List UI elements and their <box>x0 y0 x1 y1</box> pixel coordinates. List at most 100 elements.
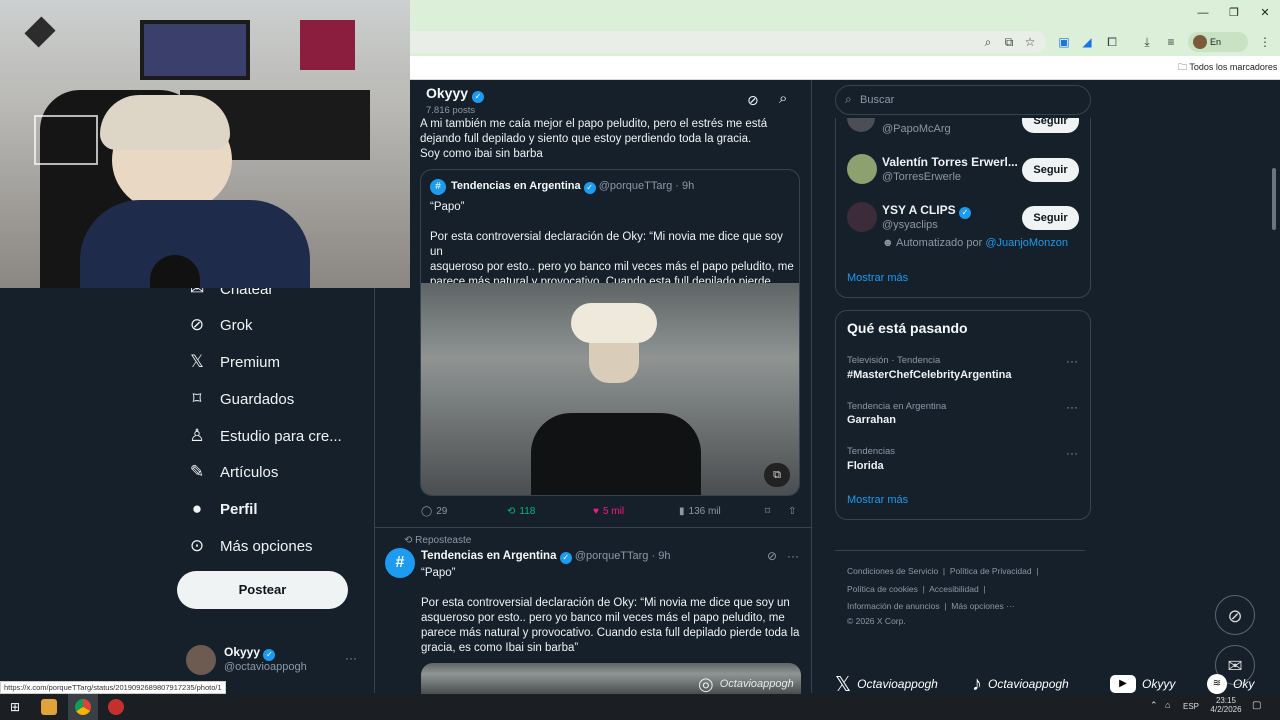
tray-network-icon[interactable]: ⌂ <box>1165 700 1170 710</box>
tweet-text-line: “Papo” <box>421 567 456 579</box>
extension-icon[interactable]: ◢ <box>1078 33 1096 51</box>
tray-chevron-icon[interactable]: ⌃ <box>1150 700 1158 711</box>
kebab-menu-icon[interactable]: ⋮ <box>1256 33 1274 51</box>
tweet-handle-time: @porqueTTarg · 9h <box>574 550 671 562</box>
account-name-row[interactable]: Okyyy ✓ <box>224 645 276 661</box>
nav-label: Más opciones <box>220 537 313 555</box>
views-button[interactable]: ▮ 136 mil <box>679 506 721 517</box>
more-icon[interactable]: ··· <box>1066 446 1078 460</box>
suggestion-name[interactable]: Valentín Torres Erwerl... <box>882 155 1018 169</box>
nav-more[interactable]: ⊙ Más opciones <box>188 530 313 562</box>
folder-icon: 🗀 <box>1178 62 1190 72</box>
nav-articles[interactable]: ✎ Artículos <box>188 456 278 488</box>
search-placeholder[interactable]: Buscar <box>860 94 894 106</box>
avatar[interactable]: # <box>385 548 415 578</box>
like-button[interactable]: ♥ 5 mil <box>593 506 624 517</box>
tweet-text-line: Soy como ibai sin barba <box>420 148 543 160</box>
grok-fab[interactable]: ⊘ <box>1215 595 1255 635</box>
suggestion-handle: @TorresErwerle <box>882 171 962 183</box>
nav-profile[interactable]: ● Perfil <box>188 493 258 525</box>
edit-image-icon[interactable]: ⧉ <box>764 463 790 487</box>
trend-name[interactable]: #MasterChefCelebrityArgentina <box>847 369 1011 381</box>
address-bar[interactable] <box>410 31 1046 53</box>
footer-more-link[interactable]: Más opciones ··· <box>951 601 1014 611</box>
reply-button[interactable]: ◯ 29 <box>421 506 447 517</box>
footer-row: Información de anuncios | Más opciones ·… <box>847 601 1015 611</box>
download-icon[interactable]: ⤓ <box>1138 33 1156 51</box>
quote-author-name: Tendencias en Argentina <box>451 180 581 192</box>
quote-handle-time: @porqueTTarg · 9h <box>598 180 695 192</box>
tweet-text: “Papo” Por esta controversial declaració… <box>421 566 806 656</box>
minimize-icon[interactable]: — <box>1188 4 1218 22</box>
nav-grok[interactable]: ⊘ Grok <box>188 309 253 341</box>
show-more-link[interactable]: Mostrar más <box>847 272 908 284</box>
more-icon[interactable]: ··· <box>1066 400 1078 414</box>
avatar[interactable] <box>847 202 877 232</box>
zoom-icon[interactable]: ⌕ <box>979 33 997 51</box>
trend-name[interactable]: Florida <box>847 460 884 472</box>
nav-bookmarks[interactable]: ⌑ Guardados <box>188 383 295 415</box>
social-handle: Okyyy <box>1142 677 1176 691</box>
grok-icon[interactable]: ⊘ <box>767 549 777 563</box>
quote-tweet-card[interactable]: # Tendencias en Argentina ✓ @porqueTTarg… <box>420 169 800 496</box>
clock-time: 23:15 <box>1215 696 1237 705</box>
footer-privacy-link[interactable]: Política de Privacidad <box>950 566 1032 576</box>
suggestion-name: YSY A CLIPS <box>882 203 956 217</box>
share-button[interactable]: ⇧ <box>788 506 796 517</box>
chrome-icon[interactable] <box>75 699 91 715</box>
quote-photo[interactable]: ⧉ <box>421 283 799 495</box>
profile-button[interactable]: En pausa <box>1188 32 1248 67</box>
follow-button[interactable]: Seguir <box>1022 206 1079 230</box>
copyright: © 2026 X Corp. <box>847 616 906 626</box>
language-indicator[interactable]: ESP <box>1183 702 1199 711</box>
follow-button[interactable]: Seguir <box>1022 116 1079 133</box>
close-window-icon[interactable]: ✕ <box>1250 4 1280 22</box>
scrollbar-thumb[interactable] <box>1272 168 1276 230</box>
nav-creator-studio[interactable]: ♙ Estudio para cre... <box>188 420 341 452</box>
follow-button[interactable]: Seguir <box>1022 158 1079 182</box>
more-icon[interactable]: ··· <box>787 549 799 563</box>
bookmark-button[interactable]: ⌑ <box>765 506 770 517</box>
grok-icon[interactable]: ⊘ <box>747 92 759 109</box>
suggestion-name-row[interactable]: YSY A CLIPS ✓ <box>882 203 971 219</box>
bookmark-star-icon[interactable]: ☆ <box>1021 33 1039 51</box>
instagram-watermark: ◎ Octavioappogh <box>698 674 794 694</box>
footer-accessibility-link[interactable]: Accesibilidad <box>929 584 979 594</box>
media-player-icon[interactable] <box>41 699 57 715</box>
footer-cookies-link[interactable]: Política de cookies <box>847 584 918 594</box>
restore-icon[interactable]: ❐ <box>1219 4 1249 22</box>
extension-icon[interactable]: ▣ <box>1055 33 1073 51</box>
media-control-icon[interactable]: ≡ <box>1162 33 1180 51</box>
tweet-author[interactable]: Tendencias en Argentina ✓ @porqueTTarg ·… <box>421 550 670 564</box>
footer-terms-link[interactable]: Condiciones de Servicio <box>847 566 938 576</box>
bookmarks-bar <box>410 56 1280 80</box>
repost-indicator: ⟲ Reposteaste <box>404 535 471 546</box>
automated-by-link[interactable]: @JuanjoMonzon <box>985 237 1068 249</box>
automated-label: ☻ Automatizado por @JuanjoMonzon <box>882 237 1068 249</box>
search-box[interactable]: ⌕ Buscar <box>835 85 1091 115</box>
show-more-link[interactable]: Mostrar más <box>847 494 908 506</box>
cast-icon[interactable]: ⧉ <box>1000 33 1018 51</box>
avatar[interactable] <box>847 154 877 184</box>
search-icon[interactable]: ⌕ <box>779 90 787 107</box>
post-button[interactable]: Postear <box>177 571 348 609</box>
clock[interactable]: 23:15 4/2/2026 <box>1208 696 1244 714</box>
extensions-puzzle-icon[interactable]: ⧠ <box>1103 33 1121 51</box>
trend-name[interactable]: Garrahan <box>847 414 896 426</box>
footer-ads-link[interactable]: Información de anuncios <box>847 601 940 611</box>
tweet-text-line: Por esta controversial declaración de Ok… <box>421 597 790 609</box>
page-title: Okyyy <box>426 85 469 101</box>
repost-button[interactable]: ⟲ 118 <box>507 506 535 517</box>
all-bookmarks-folder[interactable]: 🗀 Todos los marcadores <box>1178 60 1277 76</box>
divider <box>374 527 812 528</box>
recording-app-icon[interactable] <box>108 699 124 715</box>
more-icon[interactable]: ··· <box>1066 354 1078 368</box>
windows-start-icon[interactable]: ⊞ <box>10 700 24 714</box>
notifications-icon[interactable]: ▢ <box>1252 700 1261 711</box>
account-name: Okyyy <box>224 645 261 659</box>
trend-category: Televisión · Tendencia <box>847 355 941 366</box>
account-menu-icon[interactable]: ··· <box>345 651 357 665</box>
avatar[interactable] <box>186 645 216 675</box>
profile-header-title: Okyyy ✓ <box>426 85 484 103</box>
nav-premium[interactable]: 𝕏 Premium <box>188 346 280 378</box>
